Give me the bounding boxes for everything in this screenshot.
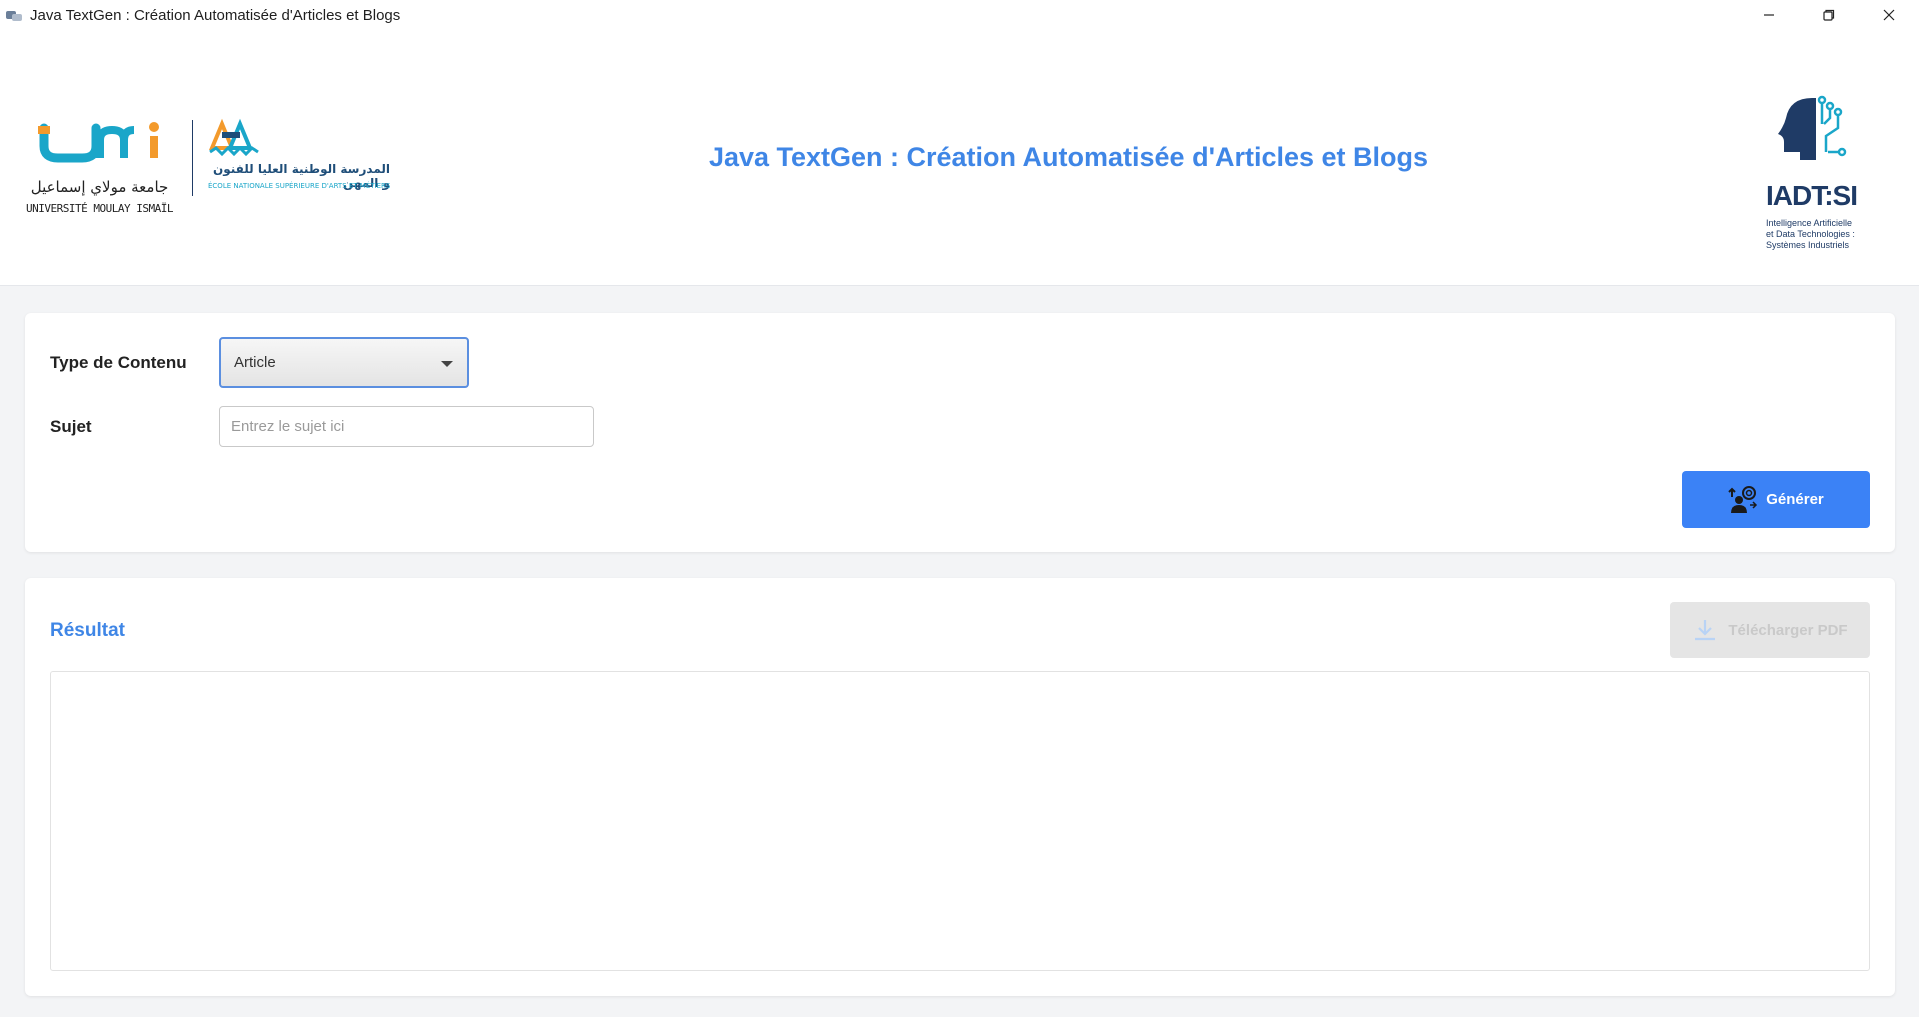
content-type-value: Article (234, 354, 276, 371)
minimize-icon (1764, 14, 1774, 16)
download-pdf-button[interactable]: Télécharger PDF (1670, 602, 1870, 658)
close-icon (1883, 9, 1895, 21)
window-titlebar: Java TextGen : Création Automatisée d'Ar… (0, 0, 1919, 30)
ensam-latin: ÉCOLE NATIONALE SUPÉRIEURE D'ARTS ET MÉT… (208, 182, 391, 190)
window-controls (1739, 0, 1919, 30)
app-icon (6, 8, 22, 22)
caret-down-icon (441, 361, 453, 367)
window-title: Java TextGen : Création Automatisée d'Ar… (30, 6, 401, 24)
form-card: Type de Contenu Article Sujet Générer (25, 313, 1895, 552)
restore-icon (1823, 9, 1835, 21)
umi-latin: UNIVERSITÉ MOULAY ISMAÏL (26, 202, 173, 215)
close-button[interactable] (1859, 0, 1919, 30)
iadt-logo: IADT:SI Intelligence Artificielle et Dat… (1760, 94, 1890, 254)
app-header: جامعة مولاي إسماعيل UNIVERSITÉ MOULAY IS… (0, 30, 1919, 286)
subject-input[interactable] (219, 406, 594, 447)
page-title: Java TextGen : Création Automatisée d'Ar… (708, 142, 1429, 172)
umi-logo: جامعة مولاي إسماعيل UNIVERSITÉ MOULAY IS… (22, 118, 177, 228)
result-card: Résultat Télécharger PDF (25, 578, 1895, 996)
iadt-line2: et Data Technologies : (1766, 229, 1855, 239)
result-text-area[interactable] (50, 671, 1870, 971)
generate-button[interactable]: Générer (1682, 471, 1870, 528)
umi-arabic: جامعة مولاي إسماعيل (30, 178, 169, 196)
download-pdf-label: Télécharger PDF (1728, 621, 1848, 639)
content-type-select[interactable]: Article (219, 337, 469, 388)
ai-person-icon (1728, 485, 1758, 513)
iadt-line1: Intelligence Artificielle (1766, 218, 1853, 228)
generate-label: Générer (1766, 491, 1824, 508)
download-icon (1695, 620, 1716, 641)
iadt-line3: Systèmes Industriels (1766, 240, 1850, 250)
result-title: Résultat (50, 620, 125, 641)
restore-button[interactable] (1799, 0, 1859, 30)
ensam-logo: المدرسة الوطنية العليا للفنون و المهن ÉC… (208, 118, 390, 228)
subject-label: Sujet (50, 417, 92, 436)
iadt-name: IADT:SI (1766, 180, 1858, 211)
minimize-button[interactable] (1739, 0, 1799, 30)
type-label: Type de Contenu (50, 353, 187, 372)
